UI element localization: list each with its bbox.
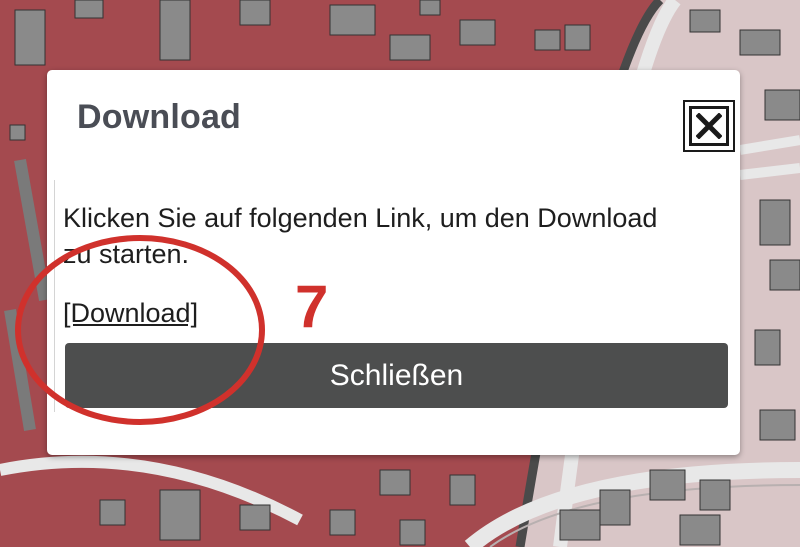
- close-button[interactable]: Schließen: [65, 343, 728, 408]
- download-link[interactable]: [Download]: [63, 298, 198, 329]
- download-instruction-text: Klicken Sie auf folgenden Link, um den D…: [63, 203, 658, 269]
- dialog-title: Download: [77, 98, 242, 136]
- annotation-number: 7: [295, 273, 329, 340]
- close-x-icon[interactable]: [689, 106, 729, 146]
- dialog-body: Klicken Sie auf folgenden Link, um den D…: [54, 180, 733, 412]
- close-dialog-button[interactable]: [683, 100, 735, 152]
- download-dialog: Download Klicken Sie auf folgenden Link,…: [47, 70, 740, 455]
